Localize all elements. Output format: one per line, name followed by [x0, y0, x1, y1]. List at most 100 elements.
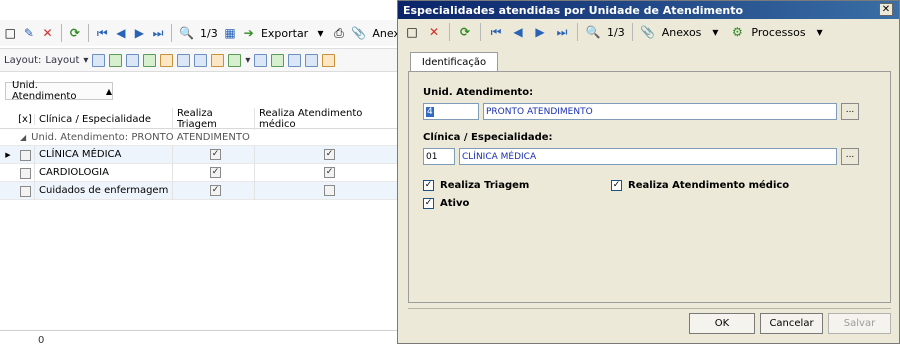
- new-record-icon[interactable]: □: [404, 24, 420, 40]
- view-icon-4[interactable]: [305, 53, 319, 67]
- page-indicator: 1/3: [200, 26, 218, 40]
- processos-icon[interactable]: ⚙: [729, 24, 745, 40]
- previous-record-icon[interactable]: ◀: [510, 24, 526, 40]
- dropdown-arrow-icon[interactable]: ▾: [245, 55, 250, 66]
- processos-button[interactable]: Processos: [751, 26, 805, 39]
- layout-columns-icon[interactable]: [126, 53, 140, 67]
- cell-clinica: CARDIOLOGIA: [34, 163, 172, 182]
- cancel-button[interactable]: Cancelar: [760, 313, 823, 334]
- layout-highlight-icon[interactable]: [211, 53, 225, 67]
- save-button[interactable]: Salvar: [828, 313, 891, 334]
- layout-sum-icon[interactable]: [194, 53, 208, 67]
- anexos-button[interactable]: Anexos: [662, 26, 702, 39]
- dialog-titlebar[interactable]: Especialidades atendidas por Unidade de …: [398, 1, 899, 19]
- toolbar-separator: [88, 24, 89, 42]
- dialog-divider: [408, 308, 891, 309]
- first-record-icon[interactable]: ⏮: [488, 24, 504, 40]
- view-icon-3[interactable]: [288, 53, 302, 67]
- next-record-icon[interactable]: ▶: [133, 25, 146, 41]
- table-row[interactable]: ✓ CARDIOLOGIA ✓ ✓: [0, 163, 400, 182]
- last-record-icon[interactable]: ⏭: [152, 25, 165, 41]
- find-icon[interactable]: 🔍: [179, 25, 194, 41]
- print-icon[interactable]: ⎙: [333, 25, 346, 41]
- cell-triagem-checkbox: ✓: [210, 149, 221, 160]
- export-icon[interactable]: ➔: [242, 25, 255, 41]
- attachment-icon[interactable]: 📎: [640, 24, 656, 40]
- attachment-icon[interactable]: 📎: [351, 25, 366, 41]
- realiza-triagem-label: Realiza Triagem: [440, 180, 530, 191]
- identificacao-panel: Unid. Atendimento: 4 PRONTO ATENDIMENTO …: [408, 71, 891, 303]
- layout-save-icon[interactable]: [92, 53, 106, 67]
- tab-identificacao[interactable]: Identificação: [410, 52, 498, 72]
- page-indicator: 1/3: [607, 25, 625, 39]
- dropdown-arrow-icon[interactable]: ▾: [83, 55, 88, 66]
- table-row[interactable]: ✓ Cuidados de enfermagem ✓ ✓: [0, 181, 400, 200]
- next-record-icon[interactable]: ▶: [532, 24, 548, 40]
- dropdown-arrow-icon[interactable]: ▾: [812, 24, 828, 40]
- column-header-clinica[interactable]: Clínica / Especialidade: [34, 113, 172, 125]
- unid-atendimento-desc-input[interactable]: PRONTO ATENDIMENTO: [483, 103, 837, 120]
- cell-atendimento-checkbox: ✓: [324, 149, 335, 160]
- group-by-chip[interactable]: Unid. Atendimento ▲: [5, 80, 113, 102]
- layout-dropdown[interactable]: Layout: [45, 55, 79, 66]
- checkbox-check-icon[interactable]: ✓: [423, 198, 434, 209]
- main-toolbar: □ ✎ ✕ ⟳ ⏮ ◀ ▶ ⏭ 🔍 1/3 ▦ ➔ Exportar ▾ ⎙ 📎…: [0, 20, 400, 46]
- new-record-icon[interactable]: □: [4, 25, 17, 41]
- grid-header: [x] Clínica / Especialidade Realiza Tria…: [0, 108, 400, 130]
- unid-atendimento-browse-button[interactable]: ...: [841, 103, 859, 120]
- data-grid: [x] Clínica / Especialidade Realiza Tria…: [0, 108, 400, 200]
- font-icon[interactable]: [322, 53, 336, 67]
- view-icon-1[interactable]: [254, 53, 268, 67]
- edit-icon[interactable]: ✎: [23, 25, 36, 41]
- export-button[interactable]: Exportar: [261, 27, 308, 40]
- realiza-atendimento-checkbox[interactable]: ✓ Realiza Atendimento médico: [611, 180, 789, 191]
- checkbox-check-icon[interactable]: ✓: [423, 180, 434, 191]
- toolbar-separator: [60, 24, 62, 42]
- close-icon[interactable]: ✕: [879, 3, 893, 16]
- toolbar-separator: [171, 24, 173, 42]
- row-select-checkbox[interactable]: ✓: [19, 185, 31, 197]
- cell-triagem-checkbox: ✓: [210, 167, 221, 178]
- refresh-icon[interactable]: ⟳: [457, 24, 473, 40]
- especialidades-dialog: Especialidades atendidas por Unidade de …: [397, 0, 900, 344]
- cell-triagem-checkbox: ✓: [210, 185, 221, 196]
- column-header-triagem[interactable]: Realiza Triagem: [172, 108, 254, 130]
- clinica-browse-button[interactable]: ...: [841, 148, 859, 165]
- sort-up-icon: ▲: [105, 86, 112, 96]
- row-select-checkbox[interactable]: ✓: [19, 149, 31, 161]
- previous-record-icon[interactable]: ◀: [115, 25, 128, 41]
- anexos-button[interactable]: Anex: [372, 27, 400, 40]
- collapse-icon[interactable]: ◢: [20, 133, 26, 142]
- toolbar-separator: [480, 23, 481, 41]
- delete-icon[interactable]: ✕: [426, 24, 442, 40]
- clinica-code-input[interactable]: 01: [423, 148, 455, 165]
- layout-group-icon[interactable]: [160, 53, 174, 67]
- checkbox-check-icon[interactable]: ✓: [611, 180, 622, 191]
- row-select-checkbox[interactable]: ✓: [19, 167, 31, 179]
- column-header-atendimento[interactable]: Realiza Atendimento médico: [254, 108, 400, 130]
- view-icon-2[interactable]: [271, 53, 285, 67]
- group-row-label: Unid. Atendimento: PRONTO ATENDIMENTO: [31, 131, 250, 143]
- calendar-icon[interactable]: ▦: [224, 25, 237, 41]
- unid-atendimento-code-input[interactable]: 4: [423, 103, 479, 120]
- first-record-icon[interactable]: ⏮: [96, 25, 109, 41]
- table-row[interactable]: ▶ ✓ CLÍNICA MÉDICA ✓ ✓: [0, 145, 400, 164]
- layout-bar: Layout: Layout ▾ ▾: [0, 48, 400, 72]
- ok-button[interactable]: OK: [689, 313, 755, 334]
- layout-filter-icon[interactable]: [143, 53, 157, 67]
- last-record-icon[interactable]: ⏭: [554, 24, 570, 40]
- column-header-select[interactable]: [x]: [16, 114, 34, 125]
- group-row[interactable]: ◢ Unid. Atendimento: PRONTO ATENDIMENTO: [0, 129, 400, 146]
- delete-icon[interactable]: ✕: [41, 25, 54, 41]
- footer-count: 0: [38, 335, 45, 346]
- refresh-icon[interactable]: ⟳: [69, 25, 82, 41]
- layout-expand-icon[interactable]: [177, 53, 191, 67]
- dropdown-arrow-icon[interactable]: ▾: [314, 25, 327, 41]
- realiza-triagem-checkbox[interactable]: ✓ Realiza Triagem: [423, 180, 529, 191]
- find-icon[interactable]: 🔍: [585, 24, 601, 40]
- layout-grid-icon[interactable]: [109, 53, 123, 67]
- clinica-desc-input[interactable]: CLÍNICA MÉDICA: [459, 148, 837, 165]
- chart-icon[interactable]: [228, 53, 242, 67]
- ativo-checkbox[interactable]: ✓ Ativo: [423, 198, 469, 209]
- dropdown-arrow-icon[interactable]: ▾: [707, 24, 723, 40]
